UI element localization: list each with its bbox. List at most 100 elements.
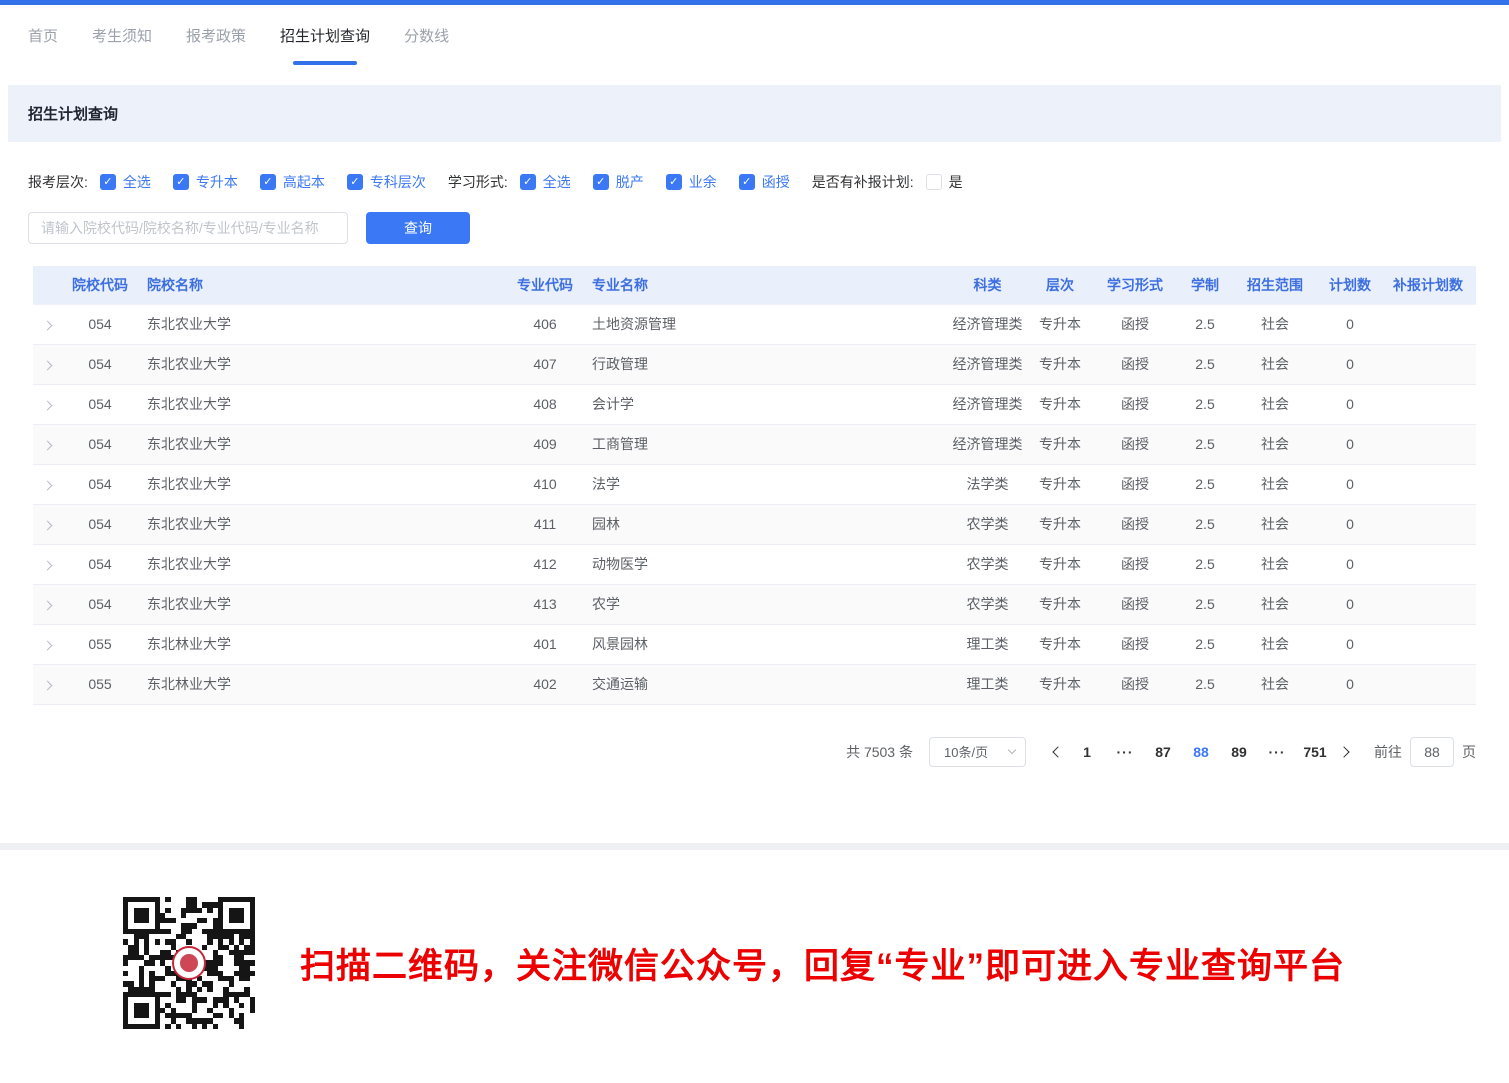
qr-logo bbox=[172, 946, 206, 980]
checkbox-icon bbox=[926, 174, 942, 190]
cell-school_code: 054 bbox=[61, 544, 139, 584]
cell-category: 农学类 bbox=[945, 544, 1030, 584]
cell-major_code: 409 bbox=[506, 424, 584, 464]
cell-school_name: 东北农业大学 bbox=[139, 544, 506, 584]
nav-tab[interactable]: 招生计划查询 bbox=[280, 5, 370, 65]
plans-table: 院校代码院校名称专业代码专业名称科类层次学习形式学制招生范围计划数补报计划数 0… bbox=[33, 266, 1476, 705]
checkbox-label: 专升本 bbox=[196, 172, 238, 192]
search-input[interactable] bbox=[28, 212, 348, 244]
page-ellipsis[interactable]: ··· bbox=[1111, 738, 1139, 766]
checkbox-label: 全选 bbox=[543, 172, 571, 192]
table-row: 054东北农业大学412动物医学农学类专升本函授2.5社会0 bbox=[33, 544, 1476, 584]
cell-major_name: 园林 bbox=[584, 504, 945, 544]
cell-plan_count: 0 bbox=[1320, 424, 1380, 464]
expand-cell bbox=[33, 304, 61, 344]
cell-level: 专升本 bbox=[1030, 544, 1090, 584]
table-row: 054东北农业大学413农学农学类专升本函授2.5社会0 bbox=[33, 584, 1476, 624]
expand-row-icon[interactable] bbox=[42, 681, 52, 691]
nav-tab[interactable]: 分数线 bbox=[404, 5, 449, 65]
page-size-select[interactable]: 10条/页 bbox=[929, 737, 1026, 767]
cell-supplement_count bbox=[1380, 464, 1476, 504]
filter-checkbox[interactable]: ✓全选 bbox=[100, 172, 151, 192]
column-header: 专业代码 bbox=[506, 266, 584, 304]
page-ellipsis[interactable]: ··· bbox=[1263, 738, 1291, 766]
next-page-button[interactable] bbox=[1334, 748, 1354, 756]
nav-tab-label: 首页 bbox=[28, 25, 58, 46]
query-panel: 招生计划查询 报考层次:✓全选✓专升本✓高起本✓专科层次学习形式:✓全选✓脱产✓… bbox=[8, 85, 1501, 843]
expand-row-icon[interactable] bbox=[42, 441, 52, 451]
filter-row: 报考层次:✓全选✓专升本✓高起本✓专科层次学习形式:✓全选✓脱产✓业余✓函授是否… bbox=[28, 172, 1476, 192]
nav-tab[interactable]: 首页 bbox=[28, 5, 58, 65]
page-number[interactable]: 87 bbox=[1149, 738, 1177, 766]
page-number[interactable]: 89 bbox=[1225, 738, 1253, 766]
cell-school_code: 055 bbox=[61, 664, 139, 704]
cell-plan_count: 0 bbox=[1320, 344, 1380, 384]
filter-checkbox[interactable]: ✓函授 bbox=[739, 172, 790, 192]
expand-row-icon[interactable] bbox=[42, 361, 52, 371]
nav-tab[interactable]: 报考政策 bbox=[186, 5, 246, 65]
checkbox-label: 专科层次 bbox=[370, 172, 426, 192]
cell-category: 理工类 bbox=[945, 664, 1030, 704]
expand-row-icon[interactable] bbox=[42, 521, 52, 531]
page-number[interactable]: 1 bbox=[1073, 738, 1101, 766]
filter-checkbox[interactable]: ✓ 专科层次 bbox=[347, 172, 426, 192]
expand-row-icon[interactable] bbox=[42, 401, 52, 411]
page-number[interactable]: 751 bbox=[1301, 738, 1329, 766]
filter-checkbox[interactable]: ✓脱产 bbox=[593, 172, 644, 192]
table-row: 054东北农业大学408会计学经济管理类专升本函授2.5社会0 bbox=[33, 384, 1476, 424]
pagination: 共 7503 条 10条/页 1···878889···751 前往 页 bbox=[28, 737, 1476, 767]
goto-label: 前往 bbox=[1374, 742, 1402, 762]
cell-supplement_count bbox=[1380, 304, 1476, 344]
filter-checkbox[interactable]: ✓专升本 bbox=[173, 172, 238, 192]
cell-supplement_count bbox=[1380, 424, 1476, 464]
checkbox-label: 是 bbox=[949, 172, 963, 192]
chevron-left-icon bbox=[1052, 746, 1063, 757]
page-number-list: 1 ··· 87 88 89 ··· 751 bbox=[1068, 738, 1334, 766]
cell-school_name: 东北农业大学 bbox=[139, 344, 506, 384]
filter-checkbox[interactable]: ✓业余 bbox=[666, 172, 717, 192]
cell-category: 农学类 bbox=[945, 504, 1030, 544]
expand-row-icon[interactable] bbox=[42, 641, 52, 651]
qr-code bbox=[123, 897, 255, 1029]
page-size-value: 10条/页 bbox=[944, 742, 988, 761]
prev-page-button[interactable] bbox=[1048, 748, 1068, 756]
expand-row-icon[interactable] bbox=[42, 601, 52, 611]
expand-row-icon[interactable] bbox=[42, 561, 52, 571]
cell-major_code: 413 bbox=[506, 584, 584, 624]
filter-checkbox[interactable]: 是 bbox=[926, 172, 963, 192]
filter-checkbox[interactable]: ✓高起本 bbox=[260, 172, 325, 192]
expand-row-icon[interactable] bbox=[42, 321, 52, 331]
checkbox-icon: ✓ bbox=[520, 174, 536, 190]
cell-major_name: 行政管理 bbox=[584, 344, 945, 384]
checkbox-icon: ✓ bbox=[100, 174, 116, 190]
cell-category: 经济管理类 bbox=[945, 344, 1030, 384]
nav-tab[interactable]: 考生须知 bbox=[92, 5, 152, 65]
checkbox-icon: ✓ bbox=[739, 174, 755, 190]
goto-page-input[interactable] bbox=[1410, 737, 1454, 767]
cell-school_name: 东北林业大学 bbox=[139, 624, 506, 664]
cell-scope: 社会 bbox=[1230, 464, 1320, 504]
cell-school_code: 054 bbox=[61, 304, 139, 344]
cell-school_code: 054 bbox=[61, 464, 139, 504]
cell-school_name: 东北农业大学 bbox=[139, 424, 506, 464]
cell-duration: 2.5 bbox=[1180, 584, 1230, 624]
page-number[interactable]: 88 bbox=[1187, 738, 1215, 766]
expand-cell bbox=[33, 584, 61, 624]
cell-scope: 社会 bbox=[1230, 624, 1320, 664]
cell-major_code: 402 bbox=[506, 664, 584, 704]
cell-study_form: 函授 bbox=[1090, 504, 1180, 544]
cell-school_code: 054 bbox=[61, 504, 139, 544]
goto-suffix: 页 bbox=[1462, 742, 1476, 762]
checkbox-icon: ✓ bbox=[347, 174, 363, 190]
filter-checkbox[interactable]: ✓ 全选 bbox=[520, 172, 571, 192]
cell-school_code: 055 bbox=[61, 624, 139, 664]
column-header: 计划数 bbox=[1320, 266, 1380, 304]
table-body: 054东北农业大学406土地资源管理经济管理类专升本函授2.5社会0054东北农… bbox=[33, 304, 1476, 704]
cell-major_name: 交通运输 bbox=[584, 664, 945, 704]
cell-supplement_count bbox=[1380, 664, 1476, 704]
search-button[interactable]: 查询 bbox=[366, 212, 470, 244]
cell-plan_count: 0 bbox=[1320, 664, 1380, 704]
checkbox-icon: ✓ bbox=[593, 174, 609, 190]
column-header: 科类 bbox=[945, 266, 1030, 304]
expand-row-icon[interactable] bbox=[42, 481, 52, 491]
